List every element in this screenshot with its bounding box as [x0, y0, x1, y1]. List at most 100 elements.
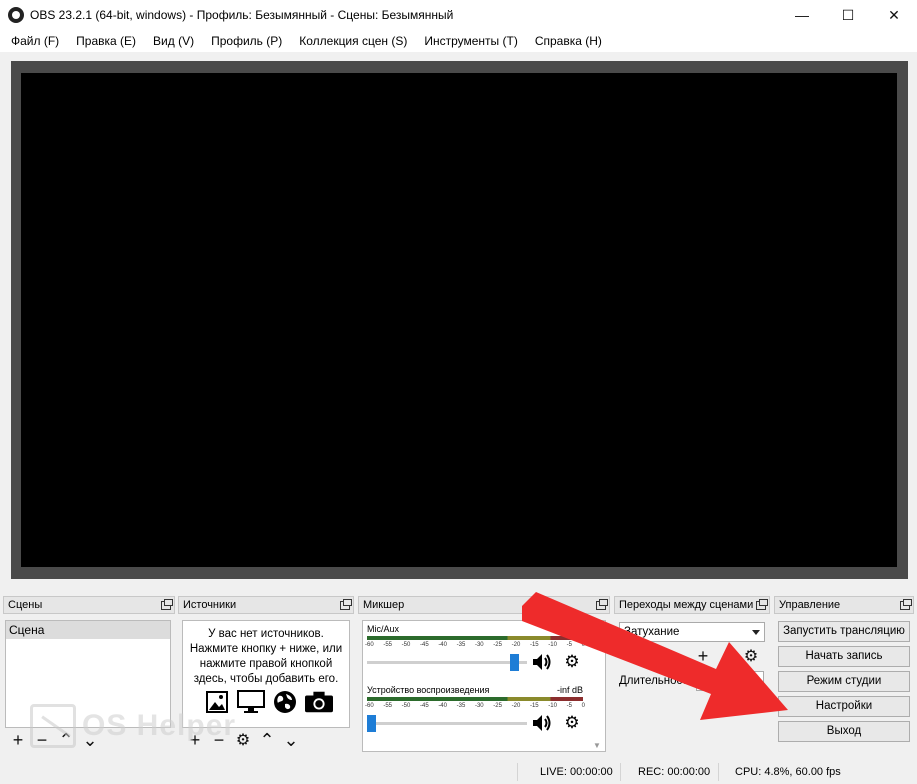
- start-recording-button[interactable]: Начать запись: [778, 646, 910, 667]
- status-separator: [620, 763, 621, 781]
- tick-label: -45: [419, 703, 429, 709]
- preview-area: [11, 61, 908, 579]
- tick-label: 0: [581, 642, 585, 648]
- close-button[interactable]: ✕: [871, 0, 917, 30]
- tick-label: -45: [419, 642, 429, 648]
- list-item[interactable]: Сцена: [6, 621, 170, 639]
- tick-label: -5: [566, 703, 572, 709]
- volume-slider-track[interactable]: [367, 722, 527, 725]
- tick-label: -25: [493, 642, 502, 648]
- tick-label: -15: [529, 642, 539, 648]
- menu-view[interactable]: Вид (V): [148, 34, 199, 48]
- gear-icon[interactable]: ⚙: [742, 646, 760, 666]
- volume-slider-handle[interactable]: [367, 715, 376, 732]
- volume-slider-handle[interactable]: [510, 654, 520, 671]
- gear-icon[interactable]: ⚙: [561, 652, 583, 672]
- tick-label: -35: [456, 642, 466, 648]
- undock-icon[interactable]: [756, 598, 768, 610]
- channel-name: Устройство воспроизведения: [367, 685, 490, 695]
- add-icon[interactable]: +: [694, 646, 712, 666]
- window-controls: — ☐ ✕: [779, 0, 917, 30]
- sources-dock-header: Источники: [178, 596, 354, 614]
- volume-meter: [367, 697, 583, 701]
- controls-dock-title: Управление: [779, 599, 841, 611]
- menu-tools[interactable]: Инструменты (T): [419, 34, 522, 48]
- mixer-dock-header: Микшер: [358, 596, 610, 614]
- undock-icon[interactable]: [900, 598, 912, 610]
- undock-icon[interactable]: [596, 598, 608, 610]
- status-separator: [517, 763, 518, 781]
- chevron-down-icon: [752, 630, 760, 635]
- settings-button[interactable]: Настройки: [778, 696, 910, 717]
- watermark-text: OS Helper: [82, 709, 237, 742]
- meter-ticks: -60 -55 -50 -45 -40 -35 -30 -25 -20 -15 …: [365, 703, 585, 709]
- title-bar: OBS 23.2.1 (64-bit, windows) - Профиль: …: [0, 0, 917, 30]
- exit-button[interactable]: Выход: [778, 721, 910, 742]
- tick-label: -35: [456, 703, 466, 709]
- add-icon[interactable]: +: [9, 730, 27, 750]
- start-streaming-button[interactable]: Запустить трансляцию: [778, 621, 910, 642]
- tick-label: -40: [438, 703, 447, 709]
- watermark-logo-icon: [30, 704, 76, 748]
- move-up-icon[interactable]: ⌃: [258, 730, 276, 750]
- cpu-status: CPU: 4.8%, 60.00 fps: [735, 766, 841, 778]
- channel-name: Mic/Aux: [367, 624, 400, 634]
- tick-label: -55: [383, 642, 392, 648]
- transitions-dock-header: Переходы между сценами: [614, 596, 770, 614]
- camera-icon: [305, 689, 333, 715]
- status-separator: [718, 763, 719, 781]
- gear-icon[interactable]: ⚙: [234, 730, 252, 750]
- menu-help[interactable]: Справка (H): [530, 34, 607, 48]
- preview-canvas[interactable]: [21, 73, 897, 567]
- speaker-icon[interactable]: [531, 713, 553, 733]
- tick-label: -50: [401, 642, 411, 648]
- menu-scene-collection[interactable]: Коллекция сцен (S): [294, 34, 412, 48]
- speaker-icon[interactable]: [531, 652, 553, 672]
- tick-label: -20: [511, 642, 521, 648]
- undock-icon[interactable]: [340, 598, 352, 610]
- tick-label: -15: [529, 703, 539, 709]
- menu-profile[interactable]: Профиль (P): [206, 34, 287, 48]
- tick-label: -55: [383, 703, 392, 709]
- menu-file[interactable]: Файл (F): [6, 34, 64, 48]
- tick-label: -40: [438, 642, 447, 648]
- duration-label: Длительность: [619, 675, 694, 687]
- gear-icon[interactable]: ⚙: [561, 713, 583, 733]
- undock-icon[interactable]: [161, 598, 173, 610]
- remove-icon[interactable]: −: [718, 646, 736, 666]
- no-sources-message: У вас нет источников. Нажмите кнопку + н…: [189, 628, 343, 685]
- transition-select[interactable]: Затухание: [619, 622, 765, 642]
- sources-dock-title: Источники: [183, 599, 237, 611]
- display-icon: [237, 689, 265, 715]
- tick-label: -30: [474, 703, 484, 709]
- mixer-panel: Mic/Aux 0.0 dB -60 -55 -50 -45 -40 -35 -…: [362, 620, 606, 752]
- maximize-button[interactable]: ☐: [825, 0, 871, 30]
- mixer-dock-title: Микшер: [363, 599, 405, 611]
- transitions-dock: Переходы между сценами Затухание + − ⚙ Д…: [614, 596, 770, 756]
- controls-dock-header: Управление: [774, 596, 914, 614]
- minimize-button[interactable]: —: [779, 0, 825, 30]
- tick-label: -25: [493, 703, 502, 709]
- obs-logo-icon: [8, 7, 24, 23]
- duration-input[interactable]: 200: [696, 671, 764, 691]
- transition-selected: Затухание: [624, 626, 680, 638]
- studio-mode-button[interactable]: Режим студии: [778, 671, 910, 692]
- globe-icon: [271, 689, 299, 715]
- move-down-icon[interactable]: ⌄: [282, 730, 300, 750]
- channel-db: -inf dB: [556, 685, 583, 695]
- tick-label: -50: [401, 703, 411, 709]
- tick-label: -5: [566, 642, 572, 648]
- live-status: LIVE: 00:00:00: [540, 766, 613, 778]
- menu-bar: Файл (F) Правка (E) Вид (V) Профиль (P) …: [0, 30, 917, 52]
- transitions-toolbar: + − ⚙: [694, 646, 760, 666]
- scroll-down-icon[interactable]: ▼: [593, 741, 601, 750]
- scroll-up-icon[interactable]: ▲: [593, 623, 601, 632]
- scenes-dock-title: Сцены: [8, 599, 43, 611]
- window-title: OBS 23.2.1 (64-bit, windows) - Профиль: …: [30, 8, 454, 22]
- tick-label: -10: [548, 703, 557, 709]
- scenes-dock-header: Сцены: [3, 596, 175, 614]
- menu-edit[interactable]: Правка (E): [71, 34, 141, 48]
- tick-label: -30: [474, 642, 484, 648]
- volume-slider-track[interactable]: [367, 661, 527, 664]
- tick-label: -60: [365, 703, 374, 709]
